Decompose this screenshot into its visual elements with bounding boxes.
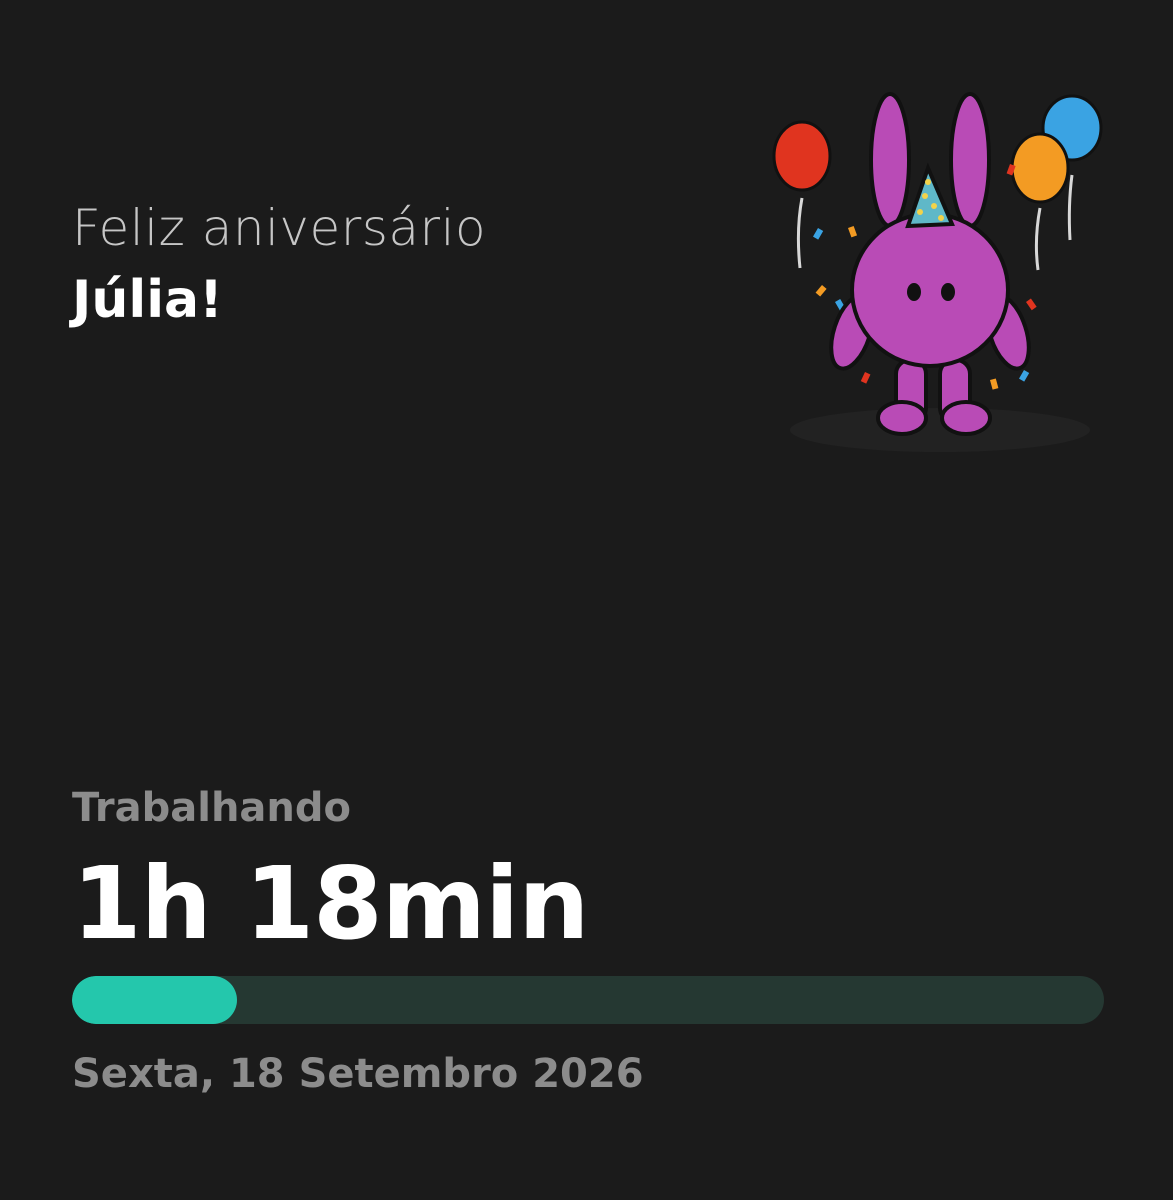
bunny-eye-right: [941, 283, 955, 301]
work-status-card: Trabalhando 1h 18min Sexta, 18 Setembro …: [72, 780, 1104, 1102]
confetti-icon: [860, 371, 871, 384]
confetti-icon: [1019, 370, 1030, 382]
confetti-icon: [990, 378, 999, 390]
current-date: Sexta, 18 Setembro 2026: [72, 1051, 644, 1097]
party-hat-icon: [905, 162, 955, 229]
balloon-string: [1067, 174, 1074, 241]
birthday-bunny-illustration: [772, 92, 1103, 452]
bunny-foot-right: [940, 400, 992, 436]
confetti-icon: [815, 285, 827, 297]
hat-dot: [922, 193, 928, 199]
confetti-icon: [1025, 298, 1037, 311]
work-progress-fill: [72, 976, 238, 1024]
greeting-name: Júlia!: [72, 270, 223, 330]
bunny-eye-left: [907, 283, 921, 301]
bunny-ear-right: [949, 92, 991, 228]
confetti-icon: [813, 228, 824, 240]
bunny-ear-left: [869, 92, 911, 228]
hat-dot: [925, 179, 931, 185]
red-balloon-icon: [772, 120, 832, 192]
greeting-text: Feliz aniversário: [72, 199, 487, 257]
orange-balloon-icon: [1010, 132, 1070, 204]
balloon-string: [796, 197, 804, 269]
birthday-greeting: Feliz aniversário Júlia!: [72, 196, 486, 332]
confetti-icon: [848, 225, 858, 238]
balloon-string: [1034, 207, 1042, 271]
hat-dot: [931, 203, 937, 209]
hat-dot: [917, 209, 923, 215]
work-progress-bar: [72, 976, 1104, 1024]
bunny-foot-left: [876, 400, 928, 436]
work-duration: 1h 18min: [72, 845, 589, 962]
bunny-body: [850, 212, 1010, 368]
birthday-bunny-icon: [740, 80, 1140, 480]
status-label: Trabalhando: [72, 785, 352, 831]
hat-dot: [938, 215, 944, 221]
